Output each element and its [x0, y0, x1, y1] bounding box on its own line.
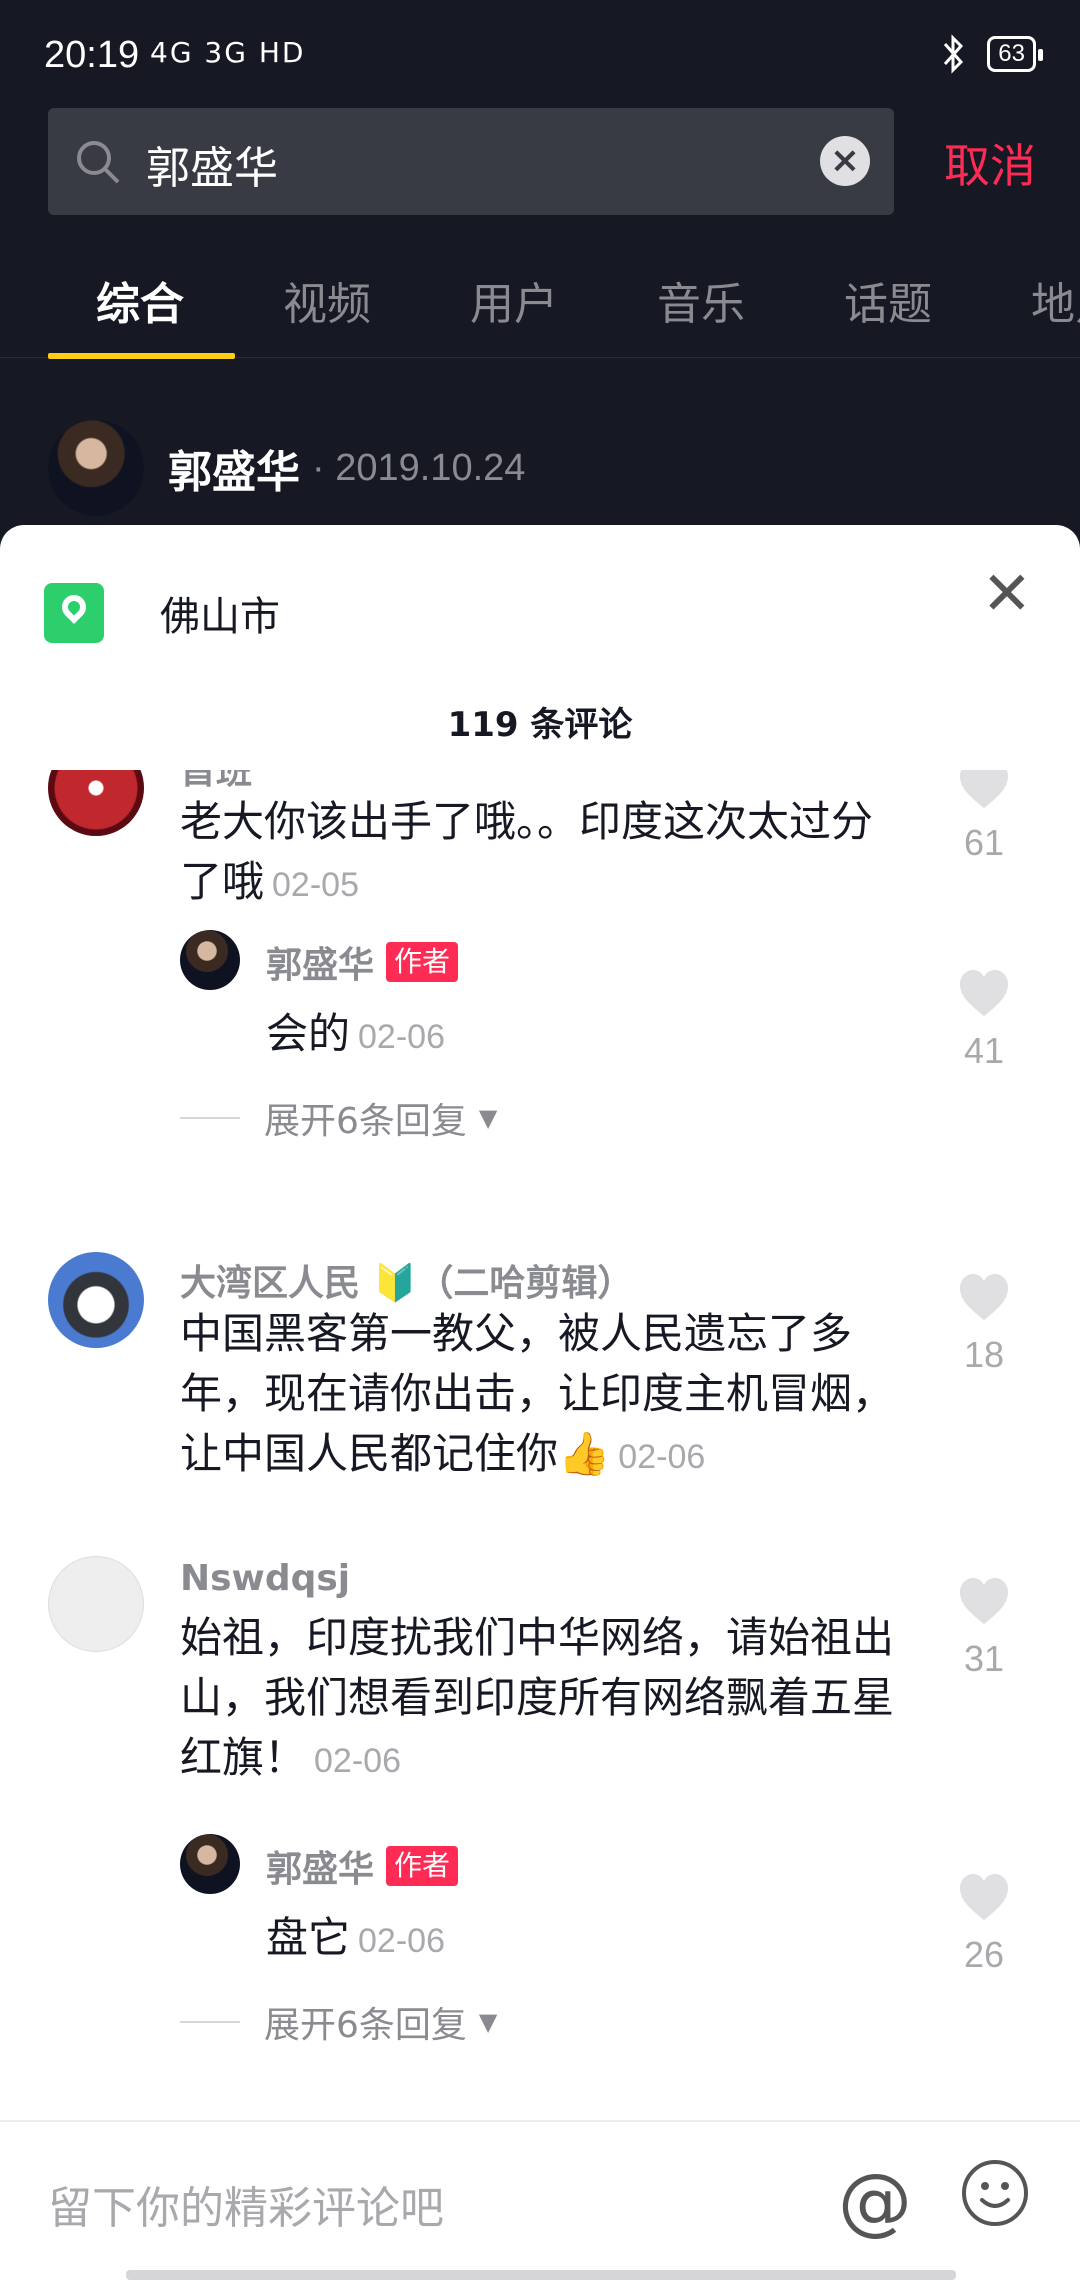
avatar[interactable]: [180, 930, 240, 990]
avatar[interactable]: [48, 420, 144, 516]
chevron-down-icon: ▼: [478, 2008, 498, 2036]
comment-body: 始祖，印度扰我们中华网络，请始祖出山，我们想看到印度所有网络飘着五星红旗！: [180, 1613, 895, 1782]
like-button[interactable]: 18: [934, 1270, 1034, 1376]
avatar[interactable]: [48, 1252, 144, 1348]
comment-time: 02-06: [618, 1438, 706, 1476]
tab-video[interactable]: 视频: [283, 268, 371, 332]
status-bar: 20:19 4G 3G HD 63: [0, 0, 1080, 105]
expand-replies-button[interactable]: 展开6条回复 ▼: [180, 1996, 497, 2045]
status-time: 20:19: [44, 34, 140, 76]
comment-text: 始祖，印度扰我们中华网络，请始祖出山，我们想看到印度所有网络飘着五星红旗！ 02-…: [180, 1608, 910, 1791]
status-right: 63: [941, 34, 1043, 74]
expand-replies-button[interactable]: 展开6条回复 ▼: [180, 1092, 497, 1144]
comment-text: 中国黑客第一教父，被人民遗忘了多年，现在请你出击，让印度主机冒烟，让中国人民都记…: [180, 1304, 910, 1487]
divider: [180, 2021, 240, 2023]
tab-places[interactable]: 地点: [1031, 268, 1080, 332]
avatar[interactable]: [180, 1834, 240, 1894]
heart-icon: [960, 1274, 1008, 1320]
comment-author[interactable]: 大湾区人民 🔰（二哈剪辑）: [180, 1254, 633, 1306]
chevron-down-icon: ▼: [478, 1104, 498, 1132]
reply-body: 会的: [266, 1009, 351, 1058]
like-count: 41: [963, 1030, 1005, 1071]
heart-icon: [960, 1874, 1008, 1920]
expand-label: 展开6条回复: [264, 2005, 467, 2045]
reply-time: 02-06: [358, 1922, 445, 1960]
divider: [180, 1117, 240, 1119]
tab-underline: [48, 353, 235, 359]
search-input[interactable]: 郭盛华 ×: [48, 108, 894, 215]
heart-icon: [960, 770, 1008, 808]
tab-topics[interactable]: 话题: [844, 268, 932, 332]
like-button[interactable]: 41: [934, 966, 1034, 1072]
bluetooth-icon: [944, 34, 964, 74]
comment-text: 老大你该出手了哦。。印度这次太过分了哦 02-05: [180, 792, 910, 915]
reply-time: 02-06: [358, 1018, 445, 1056]
avatar[interactable]: [48, 770, 144, 836]
comment-list[interactable]: 首班 老大你该出手了哦。。印度这次太过分了哦 02-05 61 郭盛华 作者 会的…: [0, 770, 1080, 2045]
tab-users[interactable]: 用户: [470, 268, 558, 332]
location-label: 佛山市: [160, 594, 280, 640]
like-count: 61: [963, 822, 1005, 863]
comment-author[interactable]: 首班: [180, 770, 252, 794]
result-username[interactable]: 郭盛华: [168, 436, 300, 500]
cancel-button[interactable]: 取消: [944, 130, 1036, 196]
clear-search-icon[interactable]: ×: [820, 136, 870, 186]
author-badge: 作者: [386, 1846, 459, 1886]
reply-author-name[interactable]: 郭盛华: [266, 1840, 374, 1892]
like-button[interactable]: 31: [934, 1574, 1034, 1680]
location-row[interactable]: 佛山市: [44, 583, 280, 643]
at-mention-icon[interactable]: @: [838, 2158, 912, 2244]
home-indicator: [126, 2270, 956, 2280]
comment-input[interactable]: 留下你的精彩评论吧: [48, 2172, 444, 2236]
expand-label: 展开6条回复: [264, 1101, 467, 1142]
network-indicators: 4G 3G HD: [150, 36, 306, 69]
emoji-icon[interactable]: [960, 2158, 1030, 2228]
like-count: 18: [963, 1334, 1005, 1375]
author-badge: 作者: [386, 942, 459, 982]
reply-author[interactable]: 郭盛华 作者: [266, 1840, 459, 1892]
reply-author-name[interactable]: 郭盛华: [266, 936, 374, 988]
comment-body: 中国黑客第一教父，被人民遗忘了多年，现在请你出击，让印度主机冒烟，让中国人民都记…: [180, 1309, 895, 1478]
reply-author[interactable]: 郭盛华 作者: [266, 936, 459, 988]
comment-sheet: 佛山市 ✕ 119 条评论 首班 老大你该出手了哦。。印度这次太过分了哦 02-0…: [0, 525, 1080, 2280]
tab-music[interactable]: 音乐: [657, 268, 745, 332]
comment-input-bar: 留下你的精彩评论吧 @: [0, 2120, 1080, 2280]
reply-text: 盘它 02-06: [266, 1904, 445, 1965]
comment-author[interactable]: Nswdqsj: [180, 1558, 350, 1599]
like-count: 31: [963, 1638, 1005, 1679]
like-count: 26: [963, 1934, 1005, 1975]
result-header[interactable]: 郭盛华 · 2019.10.24: [48, 420, 525, 516]
search-query: 郭盛华: [146, 143, 278, 194]
heart-icon: [960, 970, 1008, 1016]
close-icon[interactable]: ✕: [982, 559, 1032, 629]
search-icon: [77, 141, 120, 184]
avatar[interactable]: [48, 1556, 144, 1652]
comment-time: 02-06: [314, 1742, 401, 1780]
comment-count: 119 条评论: [447, 705, 633, 745]
like-button[interactable]: 26: [934, 1870, 1034, 1976]
like-button[interactable]: 61: [934, 770, 1034, 864]
location-pin-icon: [44, 583, 104, 643]
tab-general[interactable]: 综合: [96, 268, 184, 332]
battery-icon: 63: [987, 36, 1043, 72]
reply-text: 会的 02-06: [266, 1000, 445, 1061]
result-date: · 2019.10.24: [312, 446, 526, 489]
search-tabs: 综合 视频 用户 音乐 话题 地点: [0, 258, 1080, 359]
heart-icon: [960, 1578, 1008, 1624]
reply-body: 盘它: [266, 1913, 351, 1962]
comment-time: 02-05: [272, 866, 359, 904]
